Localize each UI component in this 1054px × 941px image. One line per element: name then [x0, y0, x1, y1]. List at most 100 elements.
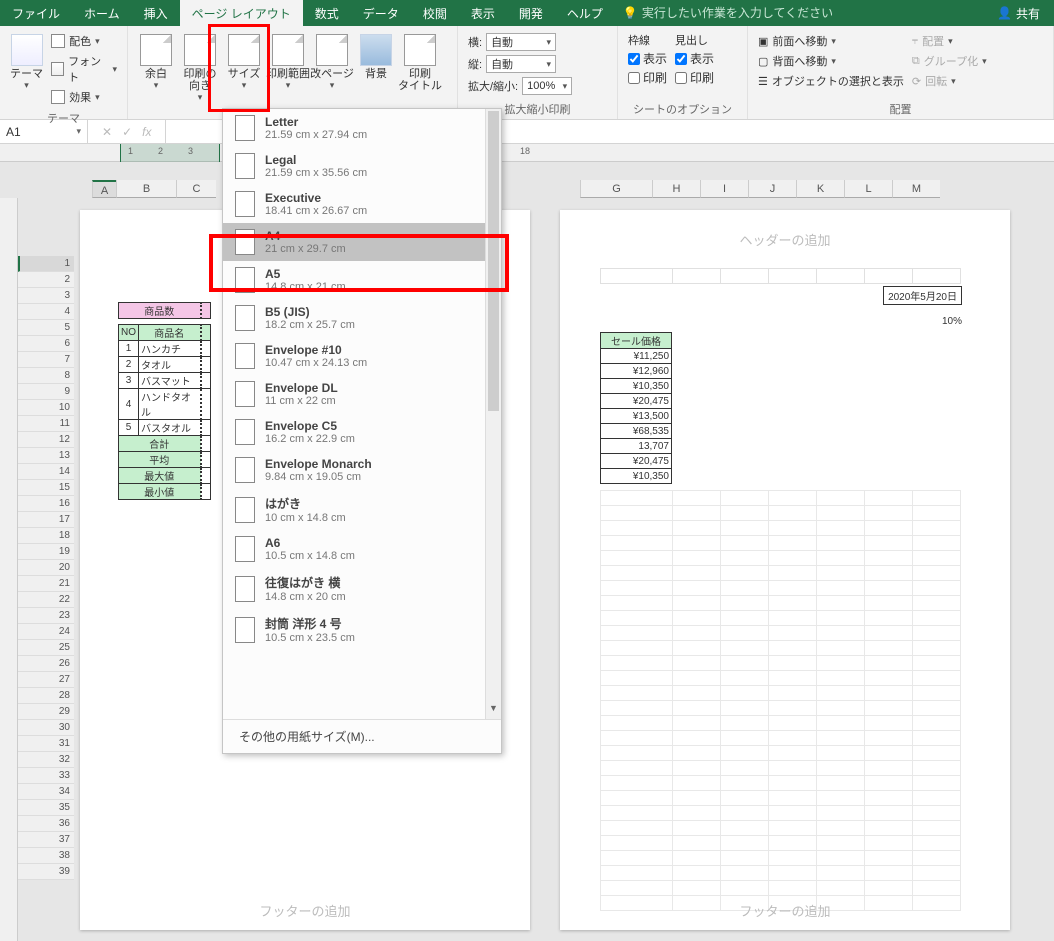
row-header[interactable]: 20 — [18, 560, 74, 576]
cell[interactable] — [673, 761, 721, 776]
cell[interactable] — [865, 761, 913, 776]
cell[interactable] — [601, 596, 673, 611]
row-header[interactable]: 32 — [18, 752, 74, 768]
cell[interactable] — [769, 491, 817, 506]
cell[interactable] — [601, 761, 673, 776]
row-header[interactable]: 21 — [18, 576, 74, 592]
cell[interactable] — [721, 881, 769, 896]
row-header[interactable]: 12 — [18, 432, 74, 448]
cell[interactable] — [913, 716, 961, 731]
cell[interactable] — [601, 551, 673, 566]
cell[interactable] — [673, 851, 721, 866]
theme-fonts-button[interactable]: フォント▾ — [51, 52, 117, 86]
paper-size-option[interactable]: Envelope DL11 cm x 22 cm — [223, 375, 501, 413]
cell[interactable] — [721, 596, 769, 611]
cell[interactable] — [769, 791, 817, 806]
cell[interactable] — [601, 671, 673, 686]
cell[interactable] — [865, 791, 913, 806]
col-header-j[interactable]: J — [748, 180, 796, 198]
col-header-l[interactable]: L — [844, 180, 892, 198]
row-header[interactable]: 4 — [18, 304, 74, 320]
cell[interactable] — [673, 536, 721, 551]
cell[interactable] — [913, 746, 961, 761]
cell[interactable] — [721, 821, 769, 836]
cell[interactable] — [865, 701, 913, 716]
cell[interactable] — [817, 551, 865, 566]
paper-size-option[interactable]: Legal21.59 cm x 35.56 cm — [223, 147, 501, 185]
cell[interactable] — [865, 866, 913, 881]
tell-me[interactable]: 💡 — [623, 0, 832, 26]
themes-button[interactable]: テーマ ▾ — [6, 30, 47, 91]
row-header[interactable]: 10 — [18, 400, 74, 416]
cell[interactable] — [673, 626, 721, 641]
cell[interactable] — [769, 746, 817, 761]
col-header-b[interactable]: B — [116, 180, 176, 198]
row-header[interactable]: 11 — [18, 416, 74, 432]
cell[interactable] — [913, 761, 961, 776]
cell[interactable] — [865, 821, 913, 836]
cell[interactable] — [769, 806, 817, 821]
align-button[interactable]: ⫧配置▾ — [912, 32, 987, 50]
row-header[interactable]: 27 — [18, 672, 74, 688]
paper-size-option[interactable]: 往復はがき 横14.8 cm x 20 cm — [223, 568, 501, 609]
tab-home[interactable]: ホーム — [72, 0, 132, 26]
paper-size-option[interactable]: Letter21.59 cm x 27.94 cm — [223, 109, 501, 147]
tab-file[interactable]: ファイル — [0, 0, 72, 26]
row-header[interactable]: 7 — [18, 352, 74, 368]
cell[interactable] — [817, 491, 865, 506]
row-header[interactable]: 29 — [18, 704, 74, 720]
cell[interactable] — [673, 806, 721, 821]
cell[interactable] — [865, 521, 913, 536]
cell[interactable] — [817, 881, 865, 896]
row-header[interactable]: 34 — [18, 784, 74, 800]
paper-size-option[interactable]: Envelope Monarch9.84 cm x 19.05 cm — [223, 451, 501, 489]
row-header[interactable]: 18 — [18, 528, 74, 544]
cell[interactable] — [601, 521, 673, 536]
cell[interactable] — [601, 821, 673, 836]
bring-forward-button[interactable]: ▣前面へ移動▾ — [758, 32, 904, 50]
scale-percent-input[interactable]: 100%▾ — [522, 77, 572, 95]
cell[interactable] — [721, 536, 769, 551]
tab-insert[interactable]: 挿入 — [132, 0, 180, 26]
row-header[interactable]: 6 — [18, 336, 74, 352]
paper-size-option[interactable]: B5 (JIS)18.2 cm x 25.7 cm — [223, 299, 501, 337]
cell[interactable] — [865, 581, 913, 596]
cell[interactable] — [769, 551, 817, 566]
cell[interactable] — [721, 656, 769, 671]
cell[interactable] — [913, 851, 961, 866]
cell[interactable] — [913, 581, 961, 596]
share-button[interactable]: 👤 共有 — [983, 0, 1054, 26]
cell[interactable] — [913, 806, 961, 821]
cell[interactable] — [721, 491, 769, 506]
cell[interactable] — [673, 641, 721, 656]
col-header-a[interactable]: A — [92, 180, 116, 198]
cell[interactable] — [769, 866, 817, 881]
cell[interactable] — [913, 836, 961, 851]
cell[interactable] — [817, 821, 865, 836]
cell[interactable] — [865, 491, 913, 506]
cell[interactable] — [601, 506, 673, 521]
row-header[interactable]: 23 — [18, 608, 74, 624]
cell[interactable] — [913, 821, 961, 836]
cell[interactable] — [721, 866, 769, 881]
cell[interactable] — [721, 641, 769, 656]
cell[interactable] — [721, 521, 769, 536]
row-header[interactable]: 5 — [18, 320, 74, 336]
cell[interactable] — [601, 641, 673, 656]
cell[interactable] — [769, 566, 817, 581]
cell[interactable] — [817, 641, 865, 656]
cell[interactable] — [721, 806, 769, 821]
more-paper-sizes[interactable]: その他の用紙サイズ(M)... — [223, 719, 501, 753]
tab-page-layout[interactable]: ページ レイアウト — [180, 0, 303, 26]
cell[interactable] — [817, 836, 865, 851]
paper-size-option[interactable]: Envelope #1010.47 cm x 24.13 cm — [223, 337, 501, 375]
cell[interactable] — [673, 581, 721, 596]
row-header[interactable]: 39 — [18, 864, 74, 880]
cell[interactable] — [769, 656, 817, 671]
cell[interactable] — [673, 506, 721, 521]
cell[interactable] — [913, 641, 961, 656]
row-header[interactable]: 14 — [18, 464, 74, 480]
col-header-m[interactable]: M — [892, 180, 940, 198]
paper-size-option[interactable]: はがき10 cm x 14.8 cm — [223, 489, 501, 530]
background-button[interactable]: 背景 — [354, 30, 398, 80]
